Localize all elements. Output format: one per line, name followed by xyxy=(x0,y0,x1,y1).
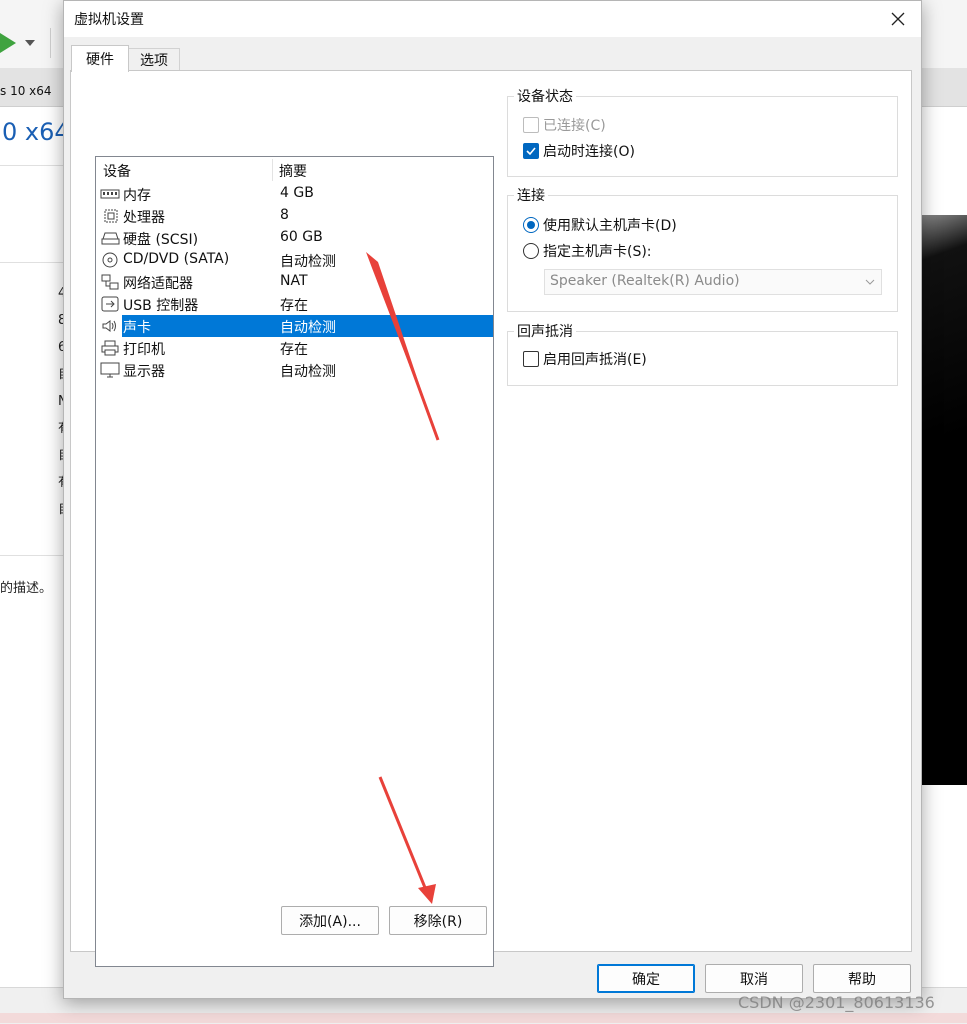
connect-at-power-on-checkbox[interactable] xyxy=(523,143,539,159)
device-row-usb-controller[interactable]: USB 控制器 存在 xyxy=(96,293,493,315)
cancel-button[interactable]: 取消 xyxy=(705,964,803,993)
echo-cancel-title: 回声抵消 xyxy=(514,321,576,341)
close-button[interactable] xyxy=(875,1,921,37)
device-summary: 自动检测 xyxy=(280,364,336,380)
device-row-network-adapter[interactable]: 网络适配器 NAT xyxy=(96,271,493,293)
device-name: 打印机 xyxy=(123,342,165,358)
default-host-sound-radio[interactable] xyxy=(523,217,539,233)
device-name: 声卡 xyxy=(123,320,151,336)
watermark: CSDN @2301_80613136 xyxy=(738,993,935,1012)
device-summary: 60 GB xyxy=(280,229,323,245)
device-name: 内存 xyxy=(123,188,151,204)
device-summary: NAT xyxy=(280,273,308,289)
device-name: 处理器 xyxy=(123,210,165,226)
harddisk-icon xyxy=(101,232,120,245)
device-row-display[interactable]: 显示器 自动检测 xyxy=(96,359,493,381)
column-divider[interactable] xyxy=(272,159,273,181)
specify-host-sound-label: 指定主机声卡(S): xyxy=(543,244,652,260)
cd-dvd-icon xyxy=(102,252,118,268)
device-row-processor[interactable]: 处理器 8 xyxy=(96,205,493,227)
tab-options-label: 选项 xyxy=(140,53,168,69)
enable-echo-cancel-checkbox[interactable] xyxy=(523,351,539,367)
tab-options[interactable]: 选项 xyxy=(128,48,180,71)
default-host-sound-label: 使用默认主机声卡(D) xyxy=(543,218,677,234)
enable-echo-cancel-label: 启用回声抵消(E) xyxy=(543,352,647,368)
device-row-printer[interactable]: 打印机 存在 xyxy=(96,337,493,359)
device-name: CD/DVD (SATA) xyxy=(123,251,230,267)
device-summary: 存在 xyxy=(280,342,308,358)
host-sound-card-select[interactable]: Speaker (Realtek(R) Audio) xyxy=(544,269,882,295)
background-vm-screen xyxy=(918,215,967,785)
device-status-title: 设备状态 xyxy=(514,86,576,106)
usb-icon xyxy=(101,296,119,312)
background-tab-label[interactable]: s 10 x64 xyxy=(0,84,52,98)
network-adapter-icon xyxy=(101,274,119,290)
device-status-group: 设备状态 已连接(C) 启动时连接(O) xyxy=(507,86,898,177)
device-name: USB 控制器 xyxy=(123,298,199,314)
tab-hardware-label: 硬件 xyxy=(86,52,114,68)
device-summary: 存在 xyxy=(280,298,308,314)
device-list[interactable]: 设备 摘要 内存 4 GB 处理器 8 硬盘 (SCSI) 60 GB CD/D… xyxy=(95,156,494,967)
specify-host-sound-radio[interactable] xyxy=(523,243,539,259)
remove-device-button[interactable]: 移除(R) xyxy=(389,906,487,935)
device-row-harddisk[interactable]: 硬盘 (SCSI) 60 GB xyxy=(96,227,493,249)
host-sound-card-select-value: Speaker (Realtek(R) Audio) xyxy=(550,273,740,289)
background-taskbar-strip xyxy=(0,1013,967,1023)
printer-icon xyxy=(101,340,119,356)
memory-icon xyxy=(100,189,120,199)
play-dropdown-chevron-icon[interactable] xyxy=(25,40,35,46)
connection-group: 连接 使用默认主机声卡(D) 指定主机声卡(S): Speaker (Realt… xyxy=(507,185,898,312)
device-name: 硬盘 (SCSI) xyxy=(123,232,199,248)
device-row-sound-card[interactable]: 声卡 自动检测 xyxy=(96,315,493,337)
column-header-device[interactable]: 设备 xyxy=(103,161,131,181)
echo-cancel-group: 回声抵消 启用回声抵消(E) xyxy=(507,321,898,386)
background-vm-title: 0 x64 xyxy=(2,118,70,146)
dialog-title: 虚拟机设置 xyxy=(74,12,144,28)
dialog-titlebar[interactable]: 虚拟机设置 xyxy=(64,1,921,37)
connection-title: 连接 xyxy=(514,185,548,205)
play-icon[interactable] xyxy=(0,33,16,53)
column-header-summary[interactable]: 摘要 xyxy=(279,161,307,181)
processor-icon xyxy=(104,209,118,223)
chevron-down-icon xyxy=(865,279,875,285)
device-list-header: 设备 摘要 xyxy=(96,157,493,183)
device-row-cd-dvd[interactable]: CD/DVD (SATA) 自动检测 xyxy=(96,249,493,271)
connected-label: 已连接(C) xyxy=(543,118,606,134)
device-summary: 4 GB xyxy=(280,185,314,201)
device-name: 网络适配器 xyxy=(123,276,193,292)
device-name: 显示器 xyxy=(123,364,165,380)
device-summary: 自动检测 xyxy=(280,254,336,270)
toolbar-separator xyxy=(50,28,51,58)
background-description: 的描述。 xyxy=(0,581,53,596)
sound-card-icon xyxy=(102,320,116,332)
device-summary: 自动检测 xyxy=(280,320,336,336)
hardware-tab-panel: 设备 摘要 内存 4 GB 处理器 8 硬盘 (SCSI) 60 GB CD/D… xyxy=(70,70,912,967)
device-summary: 8 xyxy=(280,207,289,223)
device-row-memory[interactable]: 内存 4 GB xyxy=(96,183,493,205)
display-icon xyxy=(100,362,120,378)
connect-at-power-on-label: 启动时连接(O) xyxy=(543,144,635,160)
close-icon xyxy=(891,12,905,26)
connected-checkbox[interactable] xyxy=(523,117,539,133)
checkmark-icon xyxy=(526,147,536,156)
ok-button[interactable]: 确定 xyxy=(597,964,695,993)
vm-settings-dialog: 虚拟机设置 选项 硬件 设备 摘要 内存 4 GB 处理器 8 硬盘 (SCSI… xyxy=(63,0,922,999)
tab-hardware[interactable]: 硬件 xyxy=(71,45,129,72)
add-device-button[interactable]: 添加(A)... xyxy=(281,906,379,935)
help-button[interactable]: 帮助 xyxy=(813,964,911,993)
